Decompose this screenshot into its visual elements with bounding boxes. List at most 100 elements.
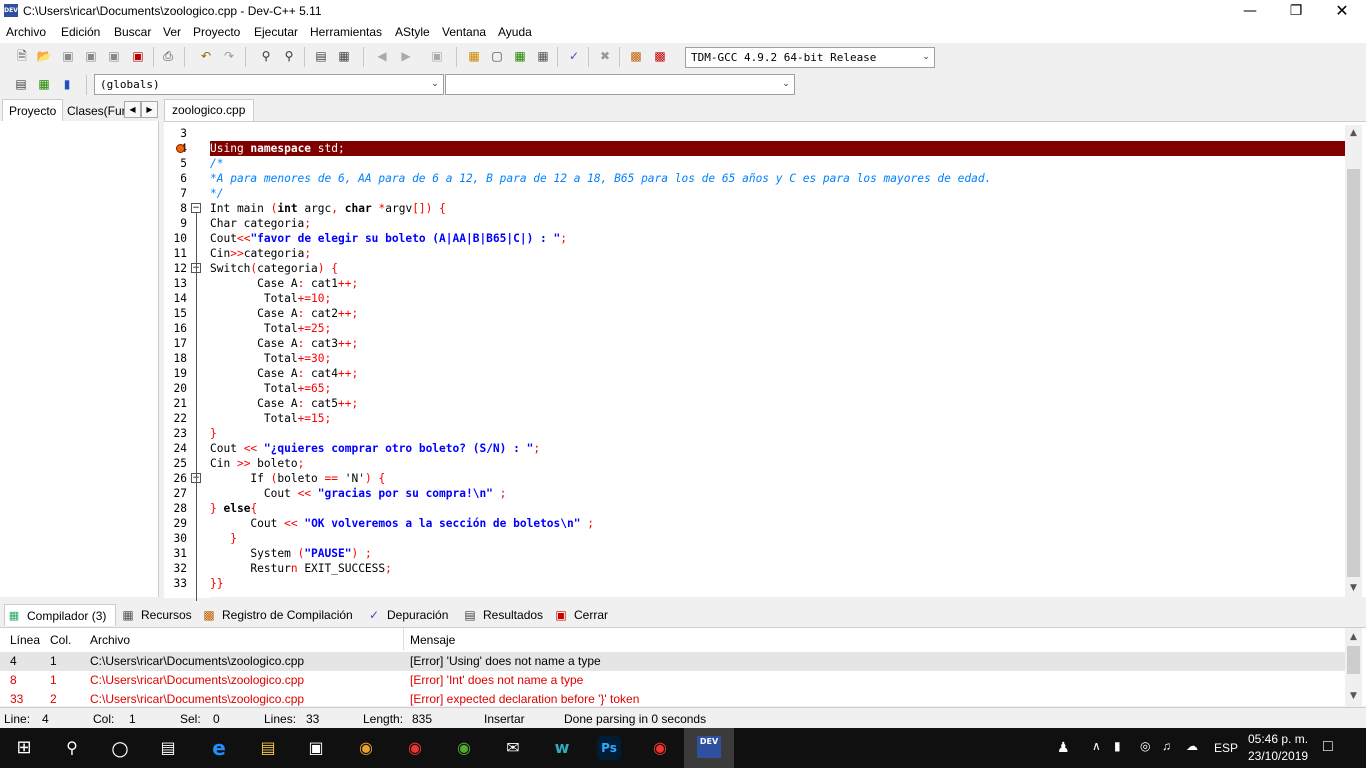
code-line[interactable]: }: [210, 531, 237, 546]
profile-chart-icon[interactable]: ▩: [626, 46, 646, 66]
message-row[interactable]: 4 1 C:\Users\ricar\Documents\zoologico.c…: [0, 652, 1345, 671]
header-archivo[interactable]: Archivo: [90, 633, 130, 647]
compile-run-icon[interactable]: ▦: [510, 46, 530, 66]
clock-time[interactable]: 05:46 p. m.: [1248, 732, 1308, 746]
stop-execution-icon[interactable]: ✖: [595, 46, 615, 66]
insert-code-icon[interactable]: ▤: [11, 74, 31, 94]
code-line[interactable]: Total+=65;: [210, 381, 331, 396]
store-icon[interactable]: ▣: [302, 734, 330, 762]
file-explorer-icon[interactable]: ▤: [254, 734, 282, 762]
project-remove-icon[interactable]: ▶: [396, 46, 416, 66]
code-line[interactable]: Total+=25;: [210, 321, 331, 336]
fold-toggle-icon[interactable]: −: [191, 203, 201, 213]
menu-proyecto[interactable]: Proyecto: [193, 25, 240, 39]
error-marker-icon[interactable]: [176, 144, 185, 153]
app-w-icon[interactable]: w: [548, 734, 576, 762]
close-button[interactable]: ✕: [1319, 0, 1365, 23]
close-all-icon[interactable]: ▣: [128, 46, 148, 66]
battery-icon[interactable]: ▮: [1114, 739, 1121, 753]
menu-ver[interactable]: Ver: [163, 25, 181, 39]
rebuild-all-icon[interactable]: ▦: [533, 46, 553, 66]
close-file-icon[interactable]: ▣: [104, 46, 124, 66]
maps-app-icon[interactable]: ◉: [450, 734, 478, 762]
compiler-select[interactable]: TDM-GCC 4.9.2 64-bit Release ⌄: [685, 47, 935, 68]
replace-icon[interactable]: ⚲: [279, 46, 299, 66]
paint-icon[interactable]: ◉: [352, 734, 380, 762]
code-line[interactable]: Char categoria;: [210, 216, 311, 231]
find-icon[interactable]: ⚲: [256, 46, 276, 66]
code-line[interactable]: Total+=15;: [210, 411, 331, 426]
menu-astyle[interactable]: AStyle: [395, 25, 430, 39]
message-row[interactable]: 33 2 C:\Users\ricar\Documents\zoologico.…: [0, 690, 1345, 706]
code-line[interactable]: *A para menores de 6, AA para de 6 a 12,…: [210, 171, 991, 186]
project-options-icon[interactable]: ▣: [427, 46, 447, 66]
menu-ventana[interactable]: Ventana: [442, 25, 486, 39]
code-editor[interactable]: 345678−9101112−1314151617181920212223242…: [164, 121, 1366, 601]
code-line[interactable]: Case A: cat1++;: [210, 276, 358, 291]
photoshop-icon[interactable]: Ps: [597, 736, 621, 760]
code-line[interactable]: Case A: cat3++;: [210, 336, 358, 351]
compile-icon[interactable]: ▦: [464, 46, 484, 66]
scrollbar-thumb[interactable]: [1347, 646, 1360, 674]
new-file-icon[interactable]: 🗎: [12, 46, 32, 66]
scroll-down-icon[interactable]: ▼: [1345, 580, 1362, 597]
menu-herramientas[interactable]: Herramientas: [310, 25, 382, 39]
people-icon[interactable]: ♟: [1057, 739, 1070, 756]
goto-line-icon[interactable]: ▦: [334, 46, 354, 66]
code-line[interactable]: /*: [210, 156, 223, 171]
code-line[interactable]: Switch(categoria) {: [210, 261, 338, 276]
code-line[interactable]: Resturn EXIT_SUCCESS;: [210, 561, 391, 576]
open-file-icon[interactable]: 📂: [34, 46, 54, 66]
tab-scroll-left-icon[interactable]: ◀: [124, 101, 141, 118]
chrome-icon[interactable]: ◉: [401, 734, 429, 762]
clock-date[interactable]: 23/10/2019: [1248, 749, 1308, 763]
tab-cerrar[interactable]: ▣ Cerrar: [552, 604, 608, 626]
maximize-button[interactable]: ❐: [1273, 0, 1319, 23]
code-line[interactable]: If (boleto == 'N') {: [210, 471, 385, 486]
devcpp-taskbar-active[interactable]: DEV: [684, 728, 734, 768]
code-line[interactable]: } else{: [210, 501, 257, 516]
code-line[interactable]: Cout<<"favor de elegir su boleto (A|AA|B…: [210, 231, 567, 246]
tab-clases[interactable]: Clases(Fun: [61, 101, 125, 121]
menu-ejecutar[interactable]: Ejecutar: [254, 25, 298, 39]
code-line[interactable]: Cin >> boleto;: [210, 456, 304, 471]
tab-scroll-right-icon[interactable]: ▶: [141, 101, 158, 118]
menu-buscar[interactable]: Buscar: [114, 25, 151, 39]
language-indicator[interactable]: ESP: [1214, 741, 1238, 755]
code-line[interactable]: Cout << "¿quieres comprar otro boleto? (…: [210, 441, 540, 456]
minimize-button[interactable]: —: [1227, 0, 1273, 23]
menu-ayuda[interactable]: Ayuda: [498, 25, 532, 39]
save-icon[interactable]: ▣: [58, 46, 78, 66]
code-line[interactable]: System ("PAUSE") ;: [210, 546, 371, 561]
goto-bookmark-icon[interactable]: ▮: [57, 74, 77, 94]
wifi-icon[interactable]: ◎: [1140, 739, 1150, 753]
header-col[interactable]: Col.: [50, 633, 71, 647]
tab-registro[interactable]: ▩ Registro de Compilación: [200, 604, 352, 626]
code-line[interactable]: */: [210, 186, 223, 201]
cortana-icon[interactable]: ○: [106, 734, 134, 762]
print-icon[interactable]: ⎙: [158, 46, 178, 66]
chrome-profile-icon[interactable]: ◉: [646, 734, 674, 762]
code-line[interactable]: Total+=30;: [210, 351, 331, 366]
header-linea[interactable]: Línea: [10, 633, 40, 647]
onedrive-cloud-icon[interactable]: ☁: [1186, 739, 1198, 753]
tab-depuracion[interactable]: ✓ Depuración: [365, 604, 448, 626]
tab-compilador[interactable]: ▦ Compilador (3): [4, 604, 116, 626]
tab-proyecto[interactable]: Proyecto: [2, 99, 64, 121]
code-line[interactable]: Int main (int argc, char *argv[]) {: [210, 201, 446, 216]
code-line[interactable]: Using namespace std;: [210, 141, 345, 156]
code-line[interactable]: Case A: cat4++;: [210, 366, 358, 381]
notifications-icon[interactable]: □: [1323, 738, 1333, 756]
code-line[interactable]: Cin>>categoria;: [210, 246, 311, 261]
scrollbar-thumb[interactable]: [1347, 169, 1360, 577]
member-select[interactable]: ⌄: [445, 74, 795, 95]
code-line[interactable]: Case A: cat2++;: [210, 306, 358, 321]
indent-icon[interactable]: ▤: [311, 46, 331, 66]
code-line[interactable]: Total+=10;: [210, 291, 331, 306]
scroll-down-icon[interactable]: ▼: [1345, 689, 1362, 704]
project-tree[interactable]: [0, 121, 159, 597]
header-mensaje[interactable]: Mensaje: [410, 633, 455, 647]
menu-archivo[interactable]: Archivo: [6, 25, 46, 39]
undo-icon[interactable]: ↶: [196, 46, 216, 66]
task-view-icon[interactable]: ▤: [154, 734, 182, 762]
